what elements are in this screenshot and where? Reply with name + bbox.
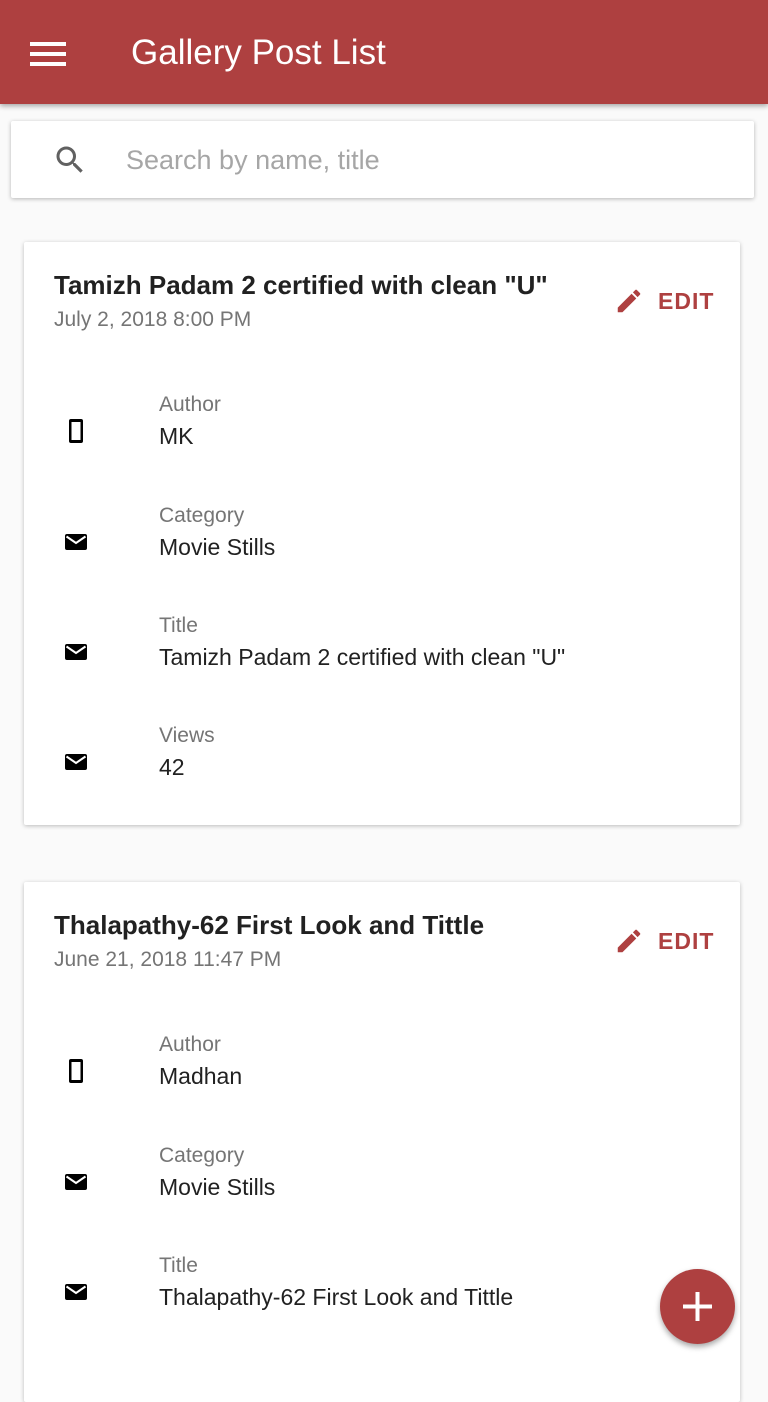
edit-button[interactable]: EDIT	[614, 286, 714, 316]
author-value: MK	[159, 423, 194, 449]
post-title: Thalapathy-62 First Look and Tittle	[54, 910, 485, 940]
author-value: Madhan	[159, 1063, 243, 1089]
category-value: Movie Stills	[159, 1174, 276, 1200]
author-field: Author MK	[24, 393, 740, 477]
mail-icon	[65, 644, 87, 660]
add-post-button[interactable]	[660, 1269, 735, 1344]
edit-label: EDIT	[658, 287, 715, 314]
title-field: Title Tamizh Padam 2 certified with clea…	[24, 614, 740, 698]
author-label: Author	[159, 393, 221, 416]
edit-label: EDIT	[658, 927, 715, 954]
category-label: Category	[159, 1144, 245, 1167]
search-bar	[11, 121, 754, 198]
views-field: Views 42	[24, 724, 740, 808]
mail-icon	[65, 1174, 87, 1190]
author-label: Author	[159, 1033, 221, 1056]
post-card: Thalapathy-62 First Look and Tittle June…	[24, 882, 740, 1402]
views-value: 42	[159, 754, 185, 780]
mail-icon	[65, 754, 87, 770]
category-value: Movie Stills	[159, 534, 276, 560]
menu-icon	[30, 42, 66, 66]
menu-button[interactable]	[30, 34, 82, 74]
mail-icon	[65, 534, 87, 550]
pencil-icon	[617, 289, 641, 313]
post-date: June 21, 2018 11:47 PM	[54, 948, 282, 971]
title-label: Title	[159, 1254, 198, 1277]
views-label: Views	[159, 724, 215, 747]
search-input[interactable]	[124, 134, 728, 186]
app-bar: Gallery Post List	[0, 0, 768, 104]
mail-icon	[65, 1284, 87, 1300]
title-value: Thalapathy-62 First Look and Tittle	[159, 1284, 514, 1310]
post-title: Tamizh Padam 2 certified with clean "U"	[54, 270, 548, 300]
search-icon	[56, 146, 83, 173]
category-field: Category Movie Stills	[24, 504, 740, 588]
phone-icon	[69, 1059, 83, 1083]
category-field: Category Movie Stills	[24, 1144, 740, 1228]
category-label: Category	[159, 504, 245, 527]
title-value: Tamizh Padam 2 certified with clean "U"	[159, 644, 566, 670]
page-title: Gallery Post List	[131, 33, 386, 72]
edit-button[interactable]: EDIT	[614, 926, 714, 956]
phone-icon	[69, 419, 83, 443]
title-field: Title Thalapathy-62 First Look and Tittl…	[24, 1254, 740, 1338]
pencil-icon	[617, 929, 641, 953]
plus-icon	[683, 1292, 712, 1321]
post-date: July 2, 2018 8:00 PM	[54, 308, 252, 331]
post-card: Tamizh Padam 2 certified with clean "U" …	[24, 242, 740, 825]
author-field: Author Madhan	[24, 1033, 740, 1117]
title-label: Title	[159, 614, 198, 637]
